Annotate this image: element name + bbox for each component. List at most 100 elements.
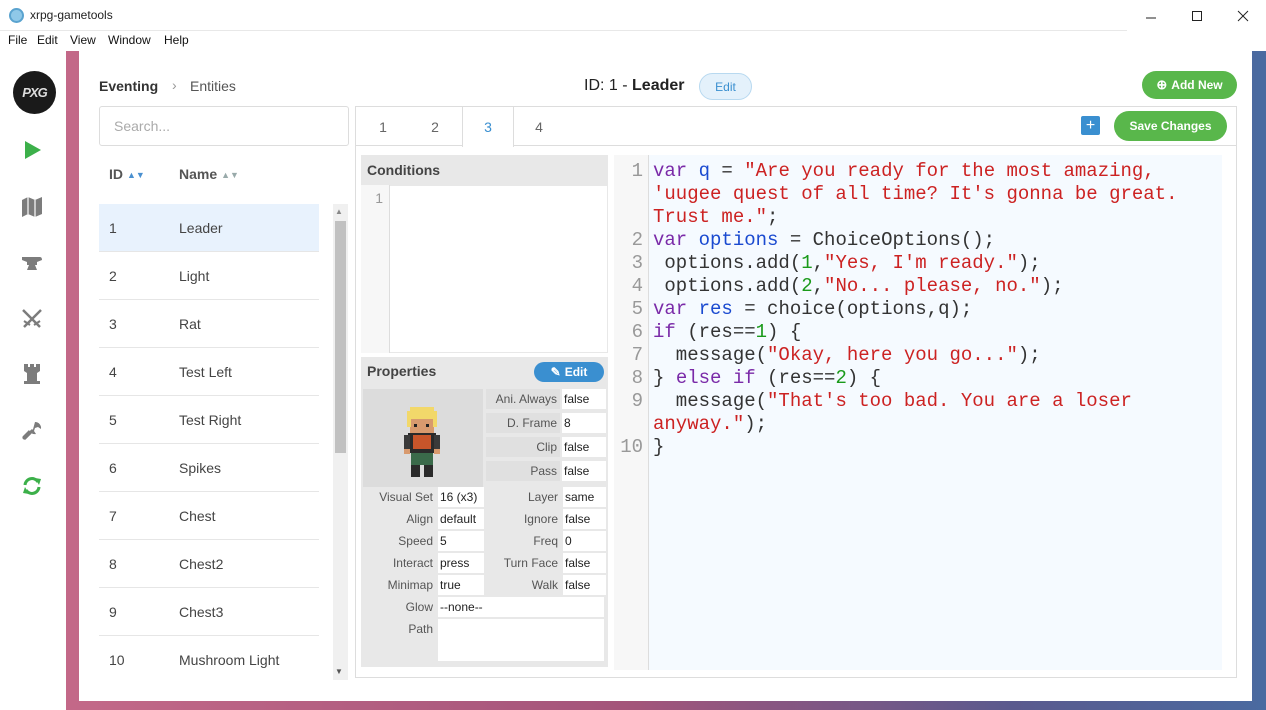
line-number: 9 (631, 390, 643, 412)
code-editor[interactable]: var q = "Are you ready for the most amaz… (649, 155, 1222, 670)
table-row[interactable]: 8 Chest2 (99, 540, 319, 588)
entity-id-prefix: ID: 1 - (584, 77, 633, 94)
table-row[interactable]: 6 Spikes (99, 444, 319, 492)
maximize-window-button[interactable] (1174, 0, 1220, 31)
table-row[interactable]: 1 Leader (99, 204, 319, 252)
property-value[interactable]: same (563, 487, 606, 507)
line-number: 2 (631, 229, 643, 251)
line-number: 3 (631, 252, 643, 274)
anvil-icon[interactable] (20, 251, 44, 275)
row-id: 10 (109, 652, 125, 668)
sprite-preview[interactable] (363, 389, 483, 487)
code-gutter: 1 2 3 4 5 6 7 8 9 10 (614, 155, 649, 670)
property-value[interactable]: true (438, 575, 484, 595)
property-label: Interact (392, 556, 433, 570)
line-number: 1 (631, 160, 643, 182)
menu-view[interactable]: View (70, 33, 96, 47)
property-value[interactable]: false (563, 575, 606, 595)
swords-icon[interactable] (20, 307, 44, 331)
menu-edit[interactable]: Edit (37, 33, 58, 47)
line-number: 6 (631, 321, 643, 343)
close-window-button[interactable] (1220, 0, 1266, 31)
row-name: Chest3 (179, 603, 224, 620)
property-value[interactable]: false (562, 389, 606, 409)
property-label: Minimap (387, 578, 433, 592)
glow-select[interactable]: --none-- (438, 597, 604, 617)
menu-help[interactable]: Help (164, 33, 189, 47)
property-label: Pass (486, 461, 560, 481)
character-sprite (404, 407, 440, 477)
search-input[interactable] (99, 106, 349, 146)
property-row: Speed 5 Freq 0 (363, 531, 606, 551)
row-id: 3 (109, 315, 117, 332)
property-label: Align (406, 512, 433, 526)
tab-4[interactable]: 4 (513, 107, 565, 146)
play-icon[interactable] (20, 138, 44, 162)
property-value[interactable]: false (562, 461, 606, 481)
property-label: Glow (405, 600, 433, 614)
menu-window[interactable]: Window (108, 33, 151, 47)
edit-properties-button[interactable]: ✎ Edit (534, 362, 604, 382)
add-new-button[interactable]: ⊕ Add New (1142, 71, 1237, 99)
sync-icon[interactable] (20, 474, 44, 498)
entity-name: Leader (632, 77, 685, 94)
property-value[interactable]: press (438, 553, 484, 573)
breadcrumb-page[interactable]: Entities (190, 78, 236, 94)
property-value[interactable]: 5 (438, 531, 484, 551)
pencil-icon: ✎ (550, 365, 561, 379)
column-header-name[interactable]: Name ▲▼ (179, 166, 239, 182)
property-value[interactable]: 8 (562, 413, 606, 433)
tab-2[interactable]: 2 (409, 107, 461, 146)
property-value[interactable]: 16 (x3) (438, 487, 484, 507)
breadcrumb-section[interactable]: Eventing (99, 78, 158, 94)
column-header-id[interactable]: ID ▲▼ (109, 166, 145, 182)
property-value[interactable]: 0 (563, 531, 606, 551)
code-line: Trust me."; (653, 206, 779, 228)
table-row[interactable]: 4 Test Left (99, 348, 319, 396)
conditions-gutter: 1 (361, 185, 390, 353)
wrench-icon[interactable] (20, 419, 44, 443)
property-row: Clip false (486, 437, 606, 457)
table-row[interactable]: 2 Light (99, 252, 319, 300)
scrollbar-thumb[interactable] (335, 221, 346, 453)
path-field[interactable] (438, 619, 604, 661)
menu-file[interactable]: File (8, 33, 27, 47)
tower-icon[interactable] (20, 362, 44, 386)
code-line: anyway."); (653, 413, 768, 435)
add-page-button[interactable]: + (1081, 116, 1100, 135)
minimize-window-main[interactable] (1127, 0, 1174, 31)
row-name: Test Left (179, 363, 232, 380)
scroll-up-icon[interactable]: ▲ (335, 207, 343, 216)
table-row[interactable]: 3 Rat (99, 300, 319, 348)
row-id: 9 (109, 603, 117, 620)
app-logo[interactable]: PXG (13, 71, 56, 114)
menu-bar (0, 31, 1266, 51)
line-number: 7 (631, 344, 643, 366)
tab-3[interactable]: 3 (462, 107, 514, 147)
property-value[interactable]: false (562, 437, 606, 457)
code-line: var options = ChoiceOptions(); (653, 229, 996, 251)
minimize-icon (1145, 17, 1156, 18)
row-name: Spikes (179, 459, 222, 476)
tab-1[interactable]: 1 (357, 107, 409, 146)
code-line: options.add(1,"Yes, I'm ready."); (653, 252, 1041, 274)
edit-entity-button[interactable]: Edit (699, 73, 752, 100)
property-value[interactable]: false (563, 509, 606, 529)
code-line: options.add(2,"No... please, no."); (653, 275, 1064, 297)
property-label: Path (408, 622, 433, 636)
map-icon[interactable] (20, 195, 44, 219)
code-line: } else if (res==2) { (653, 367, 882, 389)
table-row[interactable]: 9 Chest3 (99, 588, 319, 636)
save-changes-button[interactable]: Save Changes (1114, 111, 1227, 141)
property-value[interactable]: false (563, 553, 606, 573)
line-number: 10 (620, 436, 643, 458)
property-label: Speed (398, 534, 433, 548)
conditions-editor[interactable] (361, 185, 608, 353)
table-row[interactable]: 5 Test Right (99, 396, 319, 444)
scroll-down-icon[interactable]: ▼ (335, 667, 343, 676)
property-value[interactable]: default (438, 509, 484, 529)
table-row[interactable]: 10 Mushroom Light (99, 636, 319, 684)
code-line: var res = choice(options,q); (653, 298, 973, 320)
table-row[interactable]: 7 Chest (99, 492, 319, 540)
row-name: Chest2 (179, 555, 224, 572)
